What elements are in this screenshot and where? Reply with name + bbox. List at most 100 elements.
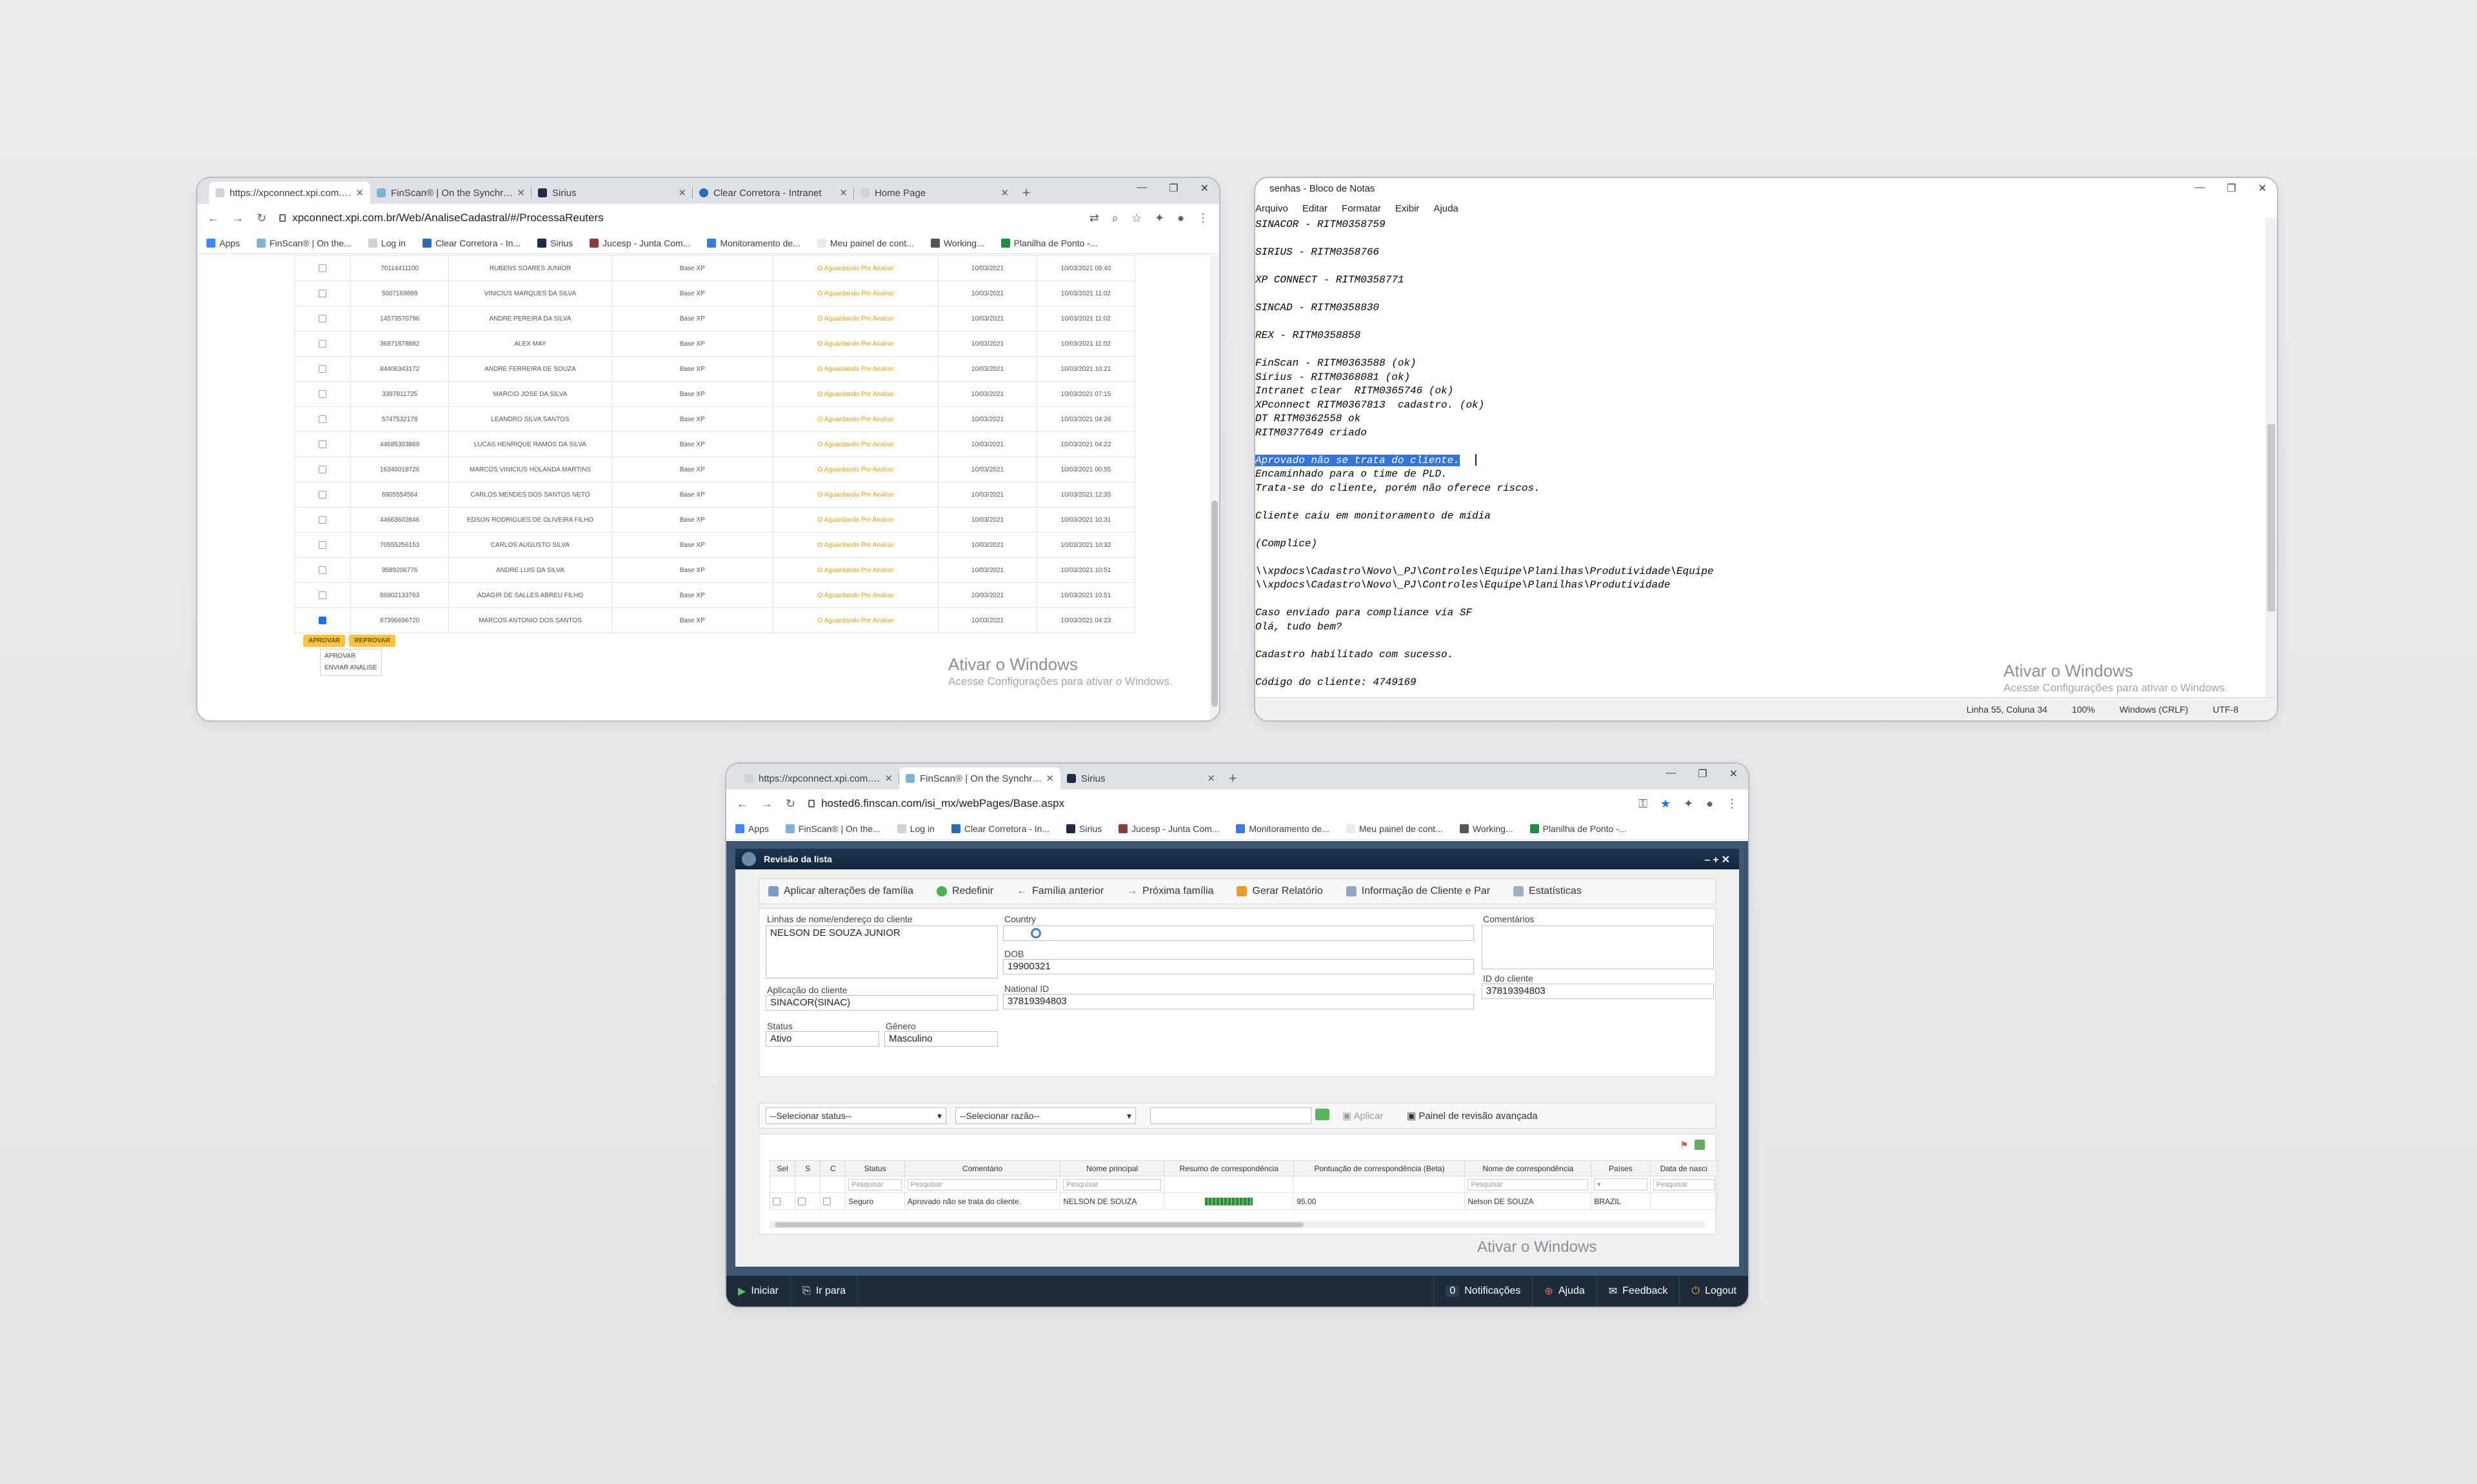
country-field[interactable] [1003,925,1474,941]
bookmark-0[interactable]: Apps [735,824,769,834]
row-checkbox[interactable] [319,591,326,599]
reload-icon[interactable]: ↻ [257,212,266,225]
restore-icon[interactable]: ❐ [1169,182,1178,195]
url-field[interactable]: xpconnect.xpi.com.br/Web/AnaliseCadastra… [279,208,1077,228]
search-comment-input[interactable]: Pesquisar [907,1178,1058,1191]
column-header[interactable]: Países [1591,1160,1651,1176]
translate-icon[interactable]: ⇄ [1089,212,1099,225]
restore-icon[interactable]: ❐ [1698,767,1707,780]
text-editor[interactable]: SINACOR - RITM0358759 SIRIUS - RITM035876… [1255,218,2265,697]
client-id-field[interactable]: 37819394803 [1482,984,1714,999]
previous-family-button[interactable]: ← Família anterior [1017,885,1104,897]
table-row[interactable]: 70555256153 CARLOS AUGUSTO SILVA Base XP O … [294,532,1136,558]
advanced-review-button[interactable]: ▣ Painel de revisão avançada [1407,1110,1538,1122]
row-checkbox[interactable] [319,264,326,272]
column-header[interactable]: Status [845,1160,905,1176]
bookmark-1[interactable]: FinScan® | On the... [785,824,880,834]
apply-button[interactable]: ▣ Aplicar [1342,1110,1383,1122]
bookmark-8[interactable]: Working... [930,238,984,248]
search-match-name-input[interactable]: Pesquisar [1467,1178,1589,1191]
close-icon[interactable]: ✕ [884,773,893,784]
restore-icon[interactable]: ❐ [2227,182,2236,195]
minimize-icon[interactable]: — [1666,767,1676,780]
bookmark-8[interactable]: Working... [1459,824,1513,834]
dropdown-option-send-analysis[interactable]: ENVIAR ANALISE [324,662,377,674]
gender-field[interactable]: Masculino [884,1031,998,1047]
scrollbar-thumb[interactable] [1211,500,1218,707]
search-status-input[interactable]: Pesquisar [848,1178,902,1191]
back-icon[interactable]: ← [208,212,219,225]
tab-finscan[interactable]: FinScan® | On the Synchronos P✕ [899,767,1060,789]
menu-icon[interactable]: ⋮ [1726,797,1738,811]
menu-edit[interactable]: Editar [1302,203,1328,214]
table-row[interactable]: 16346018726 MARCOS VINICIUS HOLANDA MARTI… [294,457,1136,482]
search-principal-input[interactable]: Pesquisar [1063,1178,1161,1191]
reason-select[interactable]: --Selecionar razão-- ▾ [955,1107,1136,1124]
profile-icon[interactable]: ● [1177,212,1184,225]
tab-sirius[interactable]: Sirius ✕ [532,182,693,204]
table-row[interactable]: 14573570796 ANDRE PEREIRA DA SILVA Base XP… [294,306,1136,331]
column-header[interactable]: Nome de correspondência [1464,1160,1592,1176]
menu-file[interactable]: Arquivo [1255,203,1288,214]
tab-clear[interactable]: Clear Corretora - Intranet ✕ [693,182,854,204]
bookmark-1[interactable]: FinScan® | On the... [256,238,352,248]
column-header[interactable]: C [820,1160,846,1176]
client-application-field[interactable]: SINACOR(SINAC) [766,995,998,1011]
bookmark-4[interactable]: Sirius [1066,824,1102,834]
bookmark-5[interactable]: Jucesp - Junta Com... [1119,824,1219,834]
row-checkbox[interactable] [319,566,326,574]
table-row[interactable]: 6905554564 CARLOS MENDES DOS SANTOS NETO B… [294,482,1136,508]
dropdown-option-approve[interactable]: APROVAR [324,651,377,662]
menu-help[interactable]: Ajuda [1433,203,1458,214]
extensions-icon[interactable]: ✦ [1684,797,1693,811]
bookmark-7[interactable]: Meu painel de cont... [817,238,914,248]
row-checkbox[interactable] [319,516,326,524]
table-row[interactable]: 5747532178 LEANDRO SILVA SANTOS Base XP O A… [294,406,1136,432]
comment-icon[interactable] [1315,1109,1329,1120]
row-checkbox[interactable] [319,541,326,549]
national-id-field[interactable]: 37819394803 [1003,994,1474,1009]
zoom-icon[interactable]: ⌕ [1112,212,1119,225]
s-checkbox[interactable] [798,1198,806,1206]
row-checkbox[interactable] [319,340,326,348]
goto-button[interactable]: ⎘ Ir para [791,1276,859,1307]
bookmark-9[interactable]: Planilha de Ponto -... [1000,238,1098,248]
close-icon[interactable]: ✕ [1207,773,1215,784]
reject-button[interactable]: REPROVAR [349,635,396,647]
row-checkbox[interactable] [319,315,326,322]
reason-comment-input[interactable] [1150,1107,1311,1124]
select-checkbox[interactable] [773,1198,781,1206]
scrollbar-thumb[interactable] [775,1222,1304,1227]
table-row[interactable]: 87396696720 MARCOS ANTONIO DOS SANTOS Base… [294,608,1136,633]
feedback-button[interactable]: ✉ Feedback [1596,1276,1680,1307]
next-family-button[interactable]: → Próxima família [1127,885,1213,897]
approve-button[interactable]: APROVAR [303,635,346,647]
bookmark-0[interactable]: Apps [206,238,240,248]
row-checkbox[interactable] [319,466,326,473]
close-icon[interactable]: ✕ [355,187,364,199]
table-row[interactable]: Seguro Aprovado não se trata do cliente.… [769,1192,1718,1210]
row-checkbox[interactable] [319,390,326,398]
url-field[interactable]: hosted6.finscan.com/isi_mx/webPages/Base… [808,793,1626,814]
forward-icon[interactable]: → [232,212,244,225]
statistics-button[interactable]: Estatísticas [1513,885,1582,897]
bookmark-9[interactable]: Planilha de Ponto -... [1529,824,1627,834]
menu-view[interactable]: Exibir [1395,203,1420,214]
row-checkbox[interactable] [319,440,326,448]
row-checkbox[interactable] [319,290,326,297]
reset-button[interactable]: Redefinir [936,885,993,897]
column-header[interactable]: Pontuação de correspondência (Beta) [1293,1160,1466,1176]
close-window-icon[interactable]: ✕ [1200,182,1209,195]
panel-controls[interactable]: –+✕ [1704,853,1733,866]
tab-sirius[interactable]: Sirius ✕ [1060,767,1222,789]
help-button[interactable]: ⊕ Ajuda [1532,1276,1596,1307]
table-row[interactable]: 9589206776 ANDRE LUIS DA SILVA Base XP O Ag… [294,557,1136,583]
client-info-button[interactable]: Informação de Cliente e Par [1346,885,1490,897]
close-icon[interactable]: ✕ [678,187,686,199]
c-checkbox[interactable] [823,1198,831,1206]
close-icon[interactable]: ✕ [517,187,525,199]
tab-xpconnect[interactable]: https://xpconnect.xpi.com.br/Web✕ [209,182,370,204]
country-filter-select[interactable]: ▾ [1594,1178,1647,1191]
table-row[interactable]: 86902133763 ADAGIR DE SALLES ABREU FILHO B… [294,582,1136,608]
profile-icon[interactable]: ● [1706,797,1713,811]
